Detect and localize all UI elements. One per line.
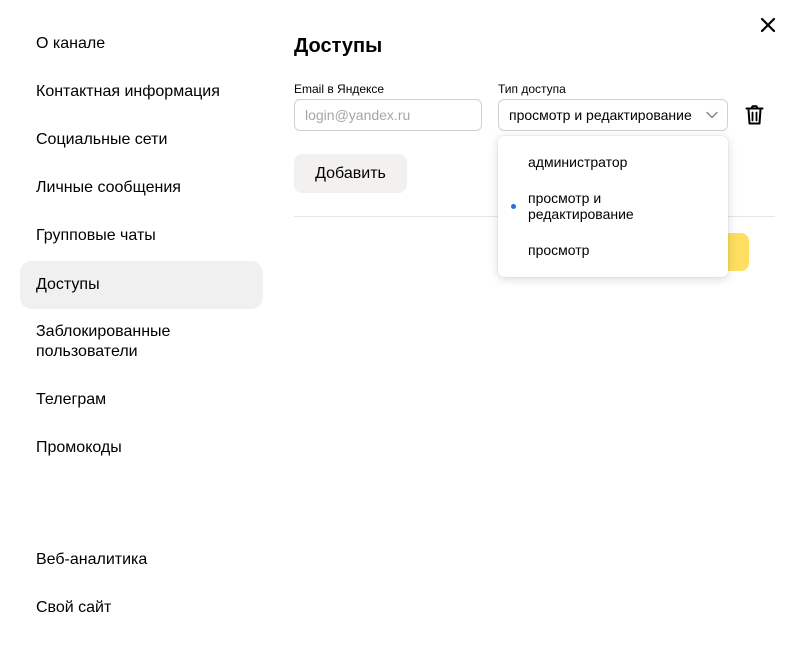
option-view-edit[interactable]: просмотр и редактирование	[528, 190, 678, 222]
sidebar-item-group-chats[interactable]: Групповые чаты	[20, 226, 263, 246]
sidebar-item-access[interactable]: Доступы	[20, 261, 263, 309]
email-input[interactable]	[294, 99, 482, 131]
sidebar-item-about[interactable]: О канале	[20, 34, 263, 54]
page-title: Доступы	[294, 35, 383, 57]
chevron-down-icon	[706, 111, 718, 119]
delete-button[interactable]	[745, 105, 764, 125]
close-icon	[760, 17, 776, 33]
add-button[interactable]: Добавить	[294, 154, 407, 193]
email-label: Email в Яндексе	[294, 82, 385, 96]
access-type-select[interactable]: просмотр и редактирование	[498, 99, 728, 131]
sidebar-item-social[interactable]: Социальные сети	[20, 130, 263, 150]
access-type-label: Тип доступа	[498, 82, 566, 96]
option-view[interactable]: просмотр	[528, 242, 708, 258]
sidebar-item-contacts[interactable]: Контактная информация	[20, 82, 263, 102]
sidebar-item-blocked-users[interactable]: Заблокированные пользователи	[20, 322, 210, 362]
sidebar-item-web-analytics[interactable]: Веб-аналитика	[20, 550, 263, 570]
sidebar-item-own-site[interactable]: Свой сайт	[20, 598, 263, 618]
access-type-dropdown: администратор просмотр и редактирование …	[498, 136, 728, 277]
sidebar-nav: О канале Контактная информация Социальны…	[20, 20, 263, 634]
sidebar-item-messages[interactable]: Личные сообщения	[20, 178, 263, 198]
sidebar-item-telegram[interactable]: Телеграм	[20, 390, 263, 410]
trash-icon	[745, 105, 764, 125]
sidebar-item-promocodes[interactable]: Промокоды	[20, 438, 263, 458]
option-administrator[interactable]: администратор	[528, 154, 708, 170]
close-button[interactable]	[757, 14, 779, 36]
access-type-value: просмотр и редактирование	[509, 107, 692, 123]
settings-modal: О канале Контактная информация Социальны…	[0, 0, 797, 654]
selected-indicator	[511, 204, 516, 209]
